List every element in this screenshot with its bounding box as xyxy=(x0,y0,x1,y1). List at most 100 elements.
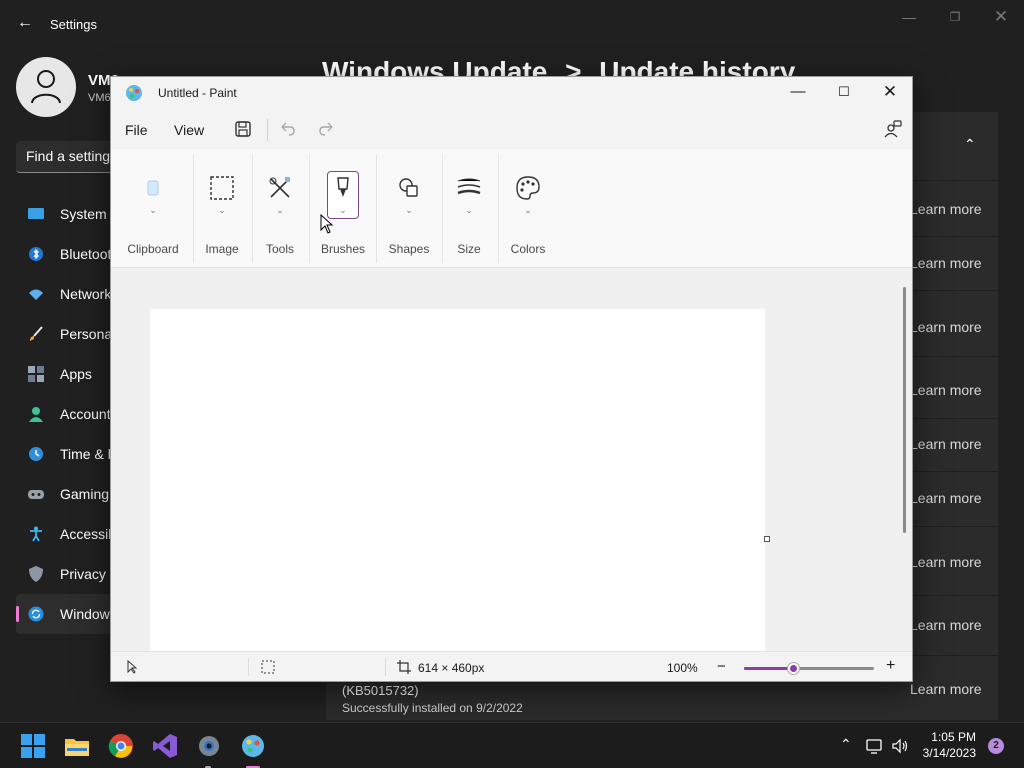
learn-more-link[interactable]: Learn more xyxy=(910,490,982,506)
minimize-icon[interactable]: — xyxy=(886,6,932,28)
chevron-down-icon: ⌄ xyxy=(524,205,532,215)
zoom-percent[interactable]: 100% xyxy=(667,661,698,675)
nav-item-label: Gaming xyxy=(60,486,110,502)
ribbon-label: Brushes xyxy=(320,242,366,256)
zoom-in-icon[interactable]: + xyxy=(886,657,895,675)
learn-more-link[interactable]: Learn more xyxy=(910,436,982,452)
ribbon-divider xyxy=(252,155,253,263)
clock-date[interactable]: 3/14/2023 xyxy=(920,746,976,760)
tools-icon xyxy=(269,177,290,198)
ribbon-label: Colors xyxy=(510,242,546,256)
learn-more-link[interactable]: Learn more xyxy=(910,319,982,335)
maximize-icon[interactable]: ☐ xyxy=(821,77,867,107)
menu-view[interactable]: View xyxy=(174,122,204,138)
row-divider xyxy=(906,290,998,291)
drawing-canvas[interactable] xyxy=(150,309,765,651)
clock-globe-icon xyxy=(29,447,43,461)
notification-badge[interactable]: 2 xyxy=(988,738,1004,754)
paint-titlebar[interactable]: Untitled - Paint — ☐ ✕ xyxy=(111,77,912,109)
chevron-down-icon: ⌄ xyxy=(405,205,413,215)
menu-file[interactable]: File xyxy=(125,122,148,138)
learn-more-link[interactable]: Learn more xyxy=(910,201,982,217)
user-icon xyxy=(31,70,61,104)
accessibility-icon xyxy=(30,526,42,542)
zoom-slider[interactable] xyxy=(744,663,874,674)
pointer-position-icon xyxy=(127,660,138,674)
volume-icon[interactable] xyxy=(891,737,909,755)
status-divider xyxy=(385,658,386,676)
settings-gear-icon[interactable] xyxy=(196,733,222,759)
row-divider xyxy=(906,655,998,656)
chevron-down-icon: ⌄ xyxy=(218,205,226,215)
row-divider xyxy=(906,356,998,357)
avatar[interactable] xyxy=(16,57,76,117)
update-status: Successfully installed on 9/2/2022 xyxy=(342,701,523,715)
close-icon[interactable]: ✕ xyxy=(978,6,1024,28)
toolbar-divider xyxy=(267,119,268,141)
taskbar: ⌃ 1:05 PM 3/14/2023 2 xyxy=(0,722,1024,768)
brush-icon xyxy=(337,177,349,197)
learn-more-link[interactable]: Learn more xyxy=(910,554,982,570)
account-subtitle: VM6 xyxy=(88,92,111,104)
canvas-resize-handle[interactable] xyxy=(764,536,770,542)
learn-more-link[interactable]: Learn more xyxy=(910,255,982,271)
ribbon-image[interactable]: ⌄ Image xyxy=(197,149,247,268)
select-rectangle-icon xyxy=(210,176,234,200)
wifi-icon xyxy=(29,289,43,300)
chrome-icon[interactable] xyxy=(108,733,134,759)
account-settings-icon[interactable] xyxy=(883,119,903,139)
visual-studio-icon[interactable] xyxy=(152,733,178,759)
maximize-icon[interactable]: ❐ xyxy=(932,6,978,28)
ribbon-size[interactable]: ⌄ Size xyxy=(446,149,492,268)
brush-icon xyxy=(30,326,43,341)
ribbon-tools[interactable]: ⌄ Tools xyxy=(256,149,304,268)
start-icon[interactable] xyxy=(20,733,46,759)
learn-more-link[interactable]: Learn more xyxy=(910,617,982,633)
settings-titlebar: ← Settings — ❐ ✕ xyxy=(0,0,1024,48)
close-icon[interactable]: ✕ xyxy=(867,77,912,107)
zoom-out-icon[interactable]: − xyxy=(717,658,726,675)
bluetooth-icon xyxy=(29,247,43,261)
ribbon-brushes[interactable]: ⌄ Brushes xyxy=(313,149,373,268)
canvas-size-label: 614 × 460px xyxy=(418,661,485,675)
canvas-area xyxy=(111,269,912,651)
minimize-icon[interactable]: — xyxy=(775,77,821,107)
ribbon-divider xyxy=(498,155,499,263)
learn-more-link[interactable]: Learn more xyxy=(910,382,982,398)
palette-icon xyxy=(516,176,540,200)
history-expander[interactable]: ⌃ xyxy=(912,112,998,180)
learn-more-link[interactable]: Learn more xyxy=(910,681,982,697)
chevron-down-icon: ⌄ xyxy=(149,205,157,215)
paint-icon[interactable] xyxy=(240,733,266,759)
file-explorer-icon[interactable] xyxy=(64,733,90,759)
ribbon-divider xyxy=(376,155,377,263)
undo-icon[interactable] xyxy=(277,119,297,139)
ribbon-colors[interactable]: ⌄ Colors xyxy=(502,149,554,268)
chevron-up-icon[interactable]: ⌃ xyxy=(840,736,852,753)
ribbon-clipboard[interactable]: ⌄ Clipboard xyxy=(125,149,181,268)
redo-icon[interactable] xyxy=(317,119,337,139)
update-kb-number: (KB5015732) xyxy=(342,683,419,698)
paint-app-icon xyxy=(126,85,142,101)
row-divider xyxy=(906,418,998,419)
gamepad-icon xyxy=(28,490,44,499)
shapes-icon xyxy=(399,178,418,197)
clock-time[interactable]: 1:05 PM xyxy=(930,730,976,744)
row-divider xyxy=(906,471,998,472)
zoom-slider-thumb[interactable] xyxy=(788,663,800,674)
mouse-cursor-icon xyxy=(320,214,334,234)
back-arrow-icon[interactable]: ← xyxy=(14,12,36,34)
ribbon-divider xyxy=(442,155,443,263)
paint-window-title: Untitled - Paint xyxy=(158,86,237,100)
save-icon[interactable] xyxy=(233,119,253,139)
ribbon-shapes[interactable]: ⌄ Shapes xyxy=(380,149,438,268)
clipboard-icon xyxy=(147,180,159,196)
network-icon[interactable] xyxy=(866,737,884,755)
paint-menubar: File View xyxy=(111,109,912,149)
vertical-scrollbar[interactable] xyxy=(903,287,906,533)
nav-item-label: Apps xyxy=(60,366,92,382)
chevron-up-icon[interactable]: ⌃ xyxy=(964,136,976,153)
ribbon-label: Size xyxy=(457,242,481,256)
paint-statusbar: 614 × 460px 100% − + xyxy=(111,651,912,681)
apps-icon xyxy=(28,366,44,382)
